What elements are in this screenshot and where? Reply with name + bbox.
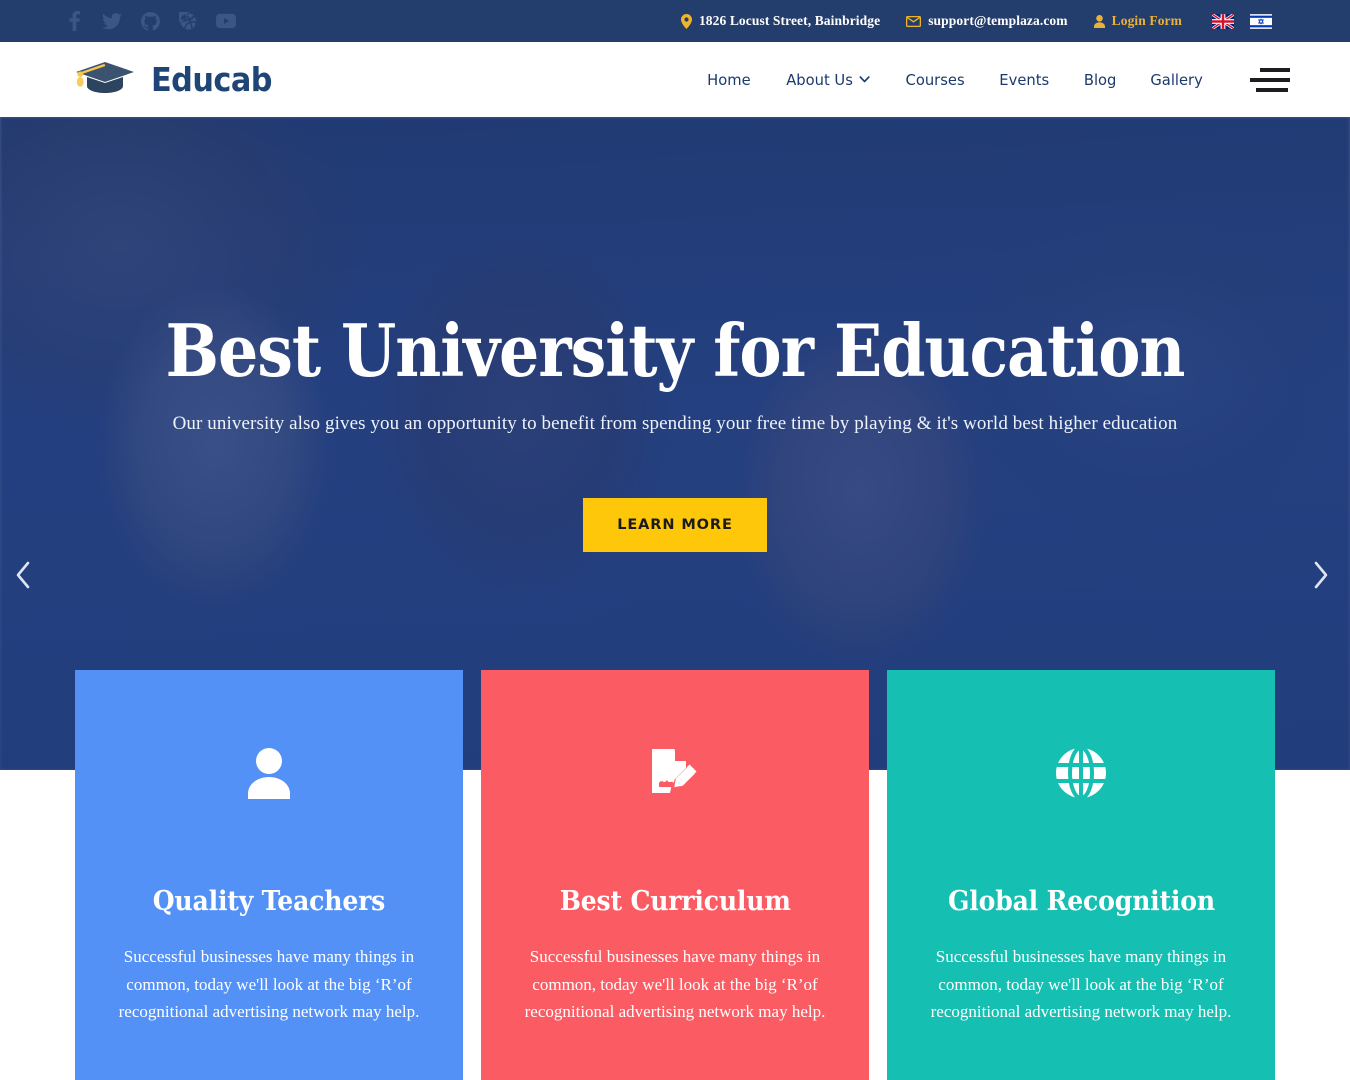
user-icon [1093, 14, 1105, 28]
feature-card-quality-teachers[interactable]: Quality Teachers Successful businesses h… [75, 670, 463, 1080]
logo[interactable]: Educab [72, 58, 283, 102]
feature-card-best-curriculum[interactable]: Best Curriculum Successful businesses ha… [481, 670, 869, 1080]
feature-cards: Quality Teachers Successful businesses h… [75, 670, 1275, 1080]
learn-more-button[interactable]: LEARN MORE [583, 498, 767, 553]
nav-item-events[interactable]: Events [984, 71, 1064, 89]
top-bar: 1826 Locust Street, Bainbridge support@t… [0, 0, 1350, 42]
youtube-icon[interactable] [216, 11, 236, 31]
globe-icon [1045, 742, 1117, 804]
dribbble-icon[interactable] [178, 11, 198, 31]
login-label: Login Form [1111, 13, 1182, 28]
nav-item-blog[interactable]: Blog [1068, 71, 1131, 89]
hamburger-line [1260, 67, 1290, 72]
site-header: Educab Home About Us Courses Events Blog… [0, 42, 1350, 117]
nav-item-gallery[interactable]: Gallery [1135, 71, 1218, 89]
nav-label: Events [999, 70, 1050, 89]
social-links [64, 11, 236, 31]
feature-title: Best Curriculum [559, 886, 791, 917]
twitter-icon[interactable] [102, 11, 122, 31]
feature-description: Successful businesses have many things i… [930, 947, 1232, 1022]
feature-title: Global Recognition [947, 886, 1215, 917]
hero-title: Best University for Education [165, 308, 1186, 393]
hamburger-menu-icon[interactable] [1250, 63, 1290, 97]
email-text: support@templaza.com [928, 13, 1068, 28]
hamburger-line [1250, 77, 1290, 82]
main-navigation: Home About Us Courses Events Blog Galler… [690, 71, 1220, 89]
github-icon[interactable] [140, 11, 160, 31]
address-text: 1826 Locust Street, Bainbridge [698, 13, 881, 28]
feature-description: Successful businesses have many things i… [524, 947, 826, 1022]
nav-label: Gallery [1150, 70, 1203, 89]
nav-label: Blog [1083, 70, 1116, 89]
nav-label: Home [707, 70, 751, 89]
chevron-right-icon [1313, 561, 1329, 589]
nav-label: About Us [785, 70, 853, 89]
address-info: 1826 Locust Street, Bainbridge [680, 13, 881, 29]
language-switcher [1212, 13, 1272, 29]
document-edit-icon [639, 742, 711, 804]
brand-name: Educab [151, 60, 273, 99]
hamburger-line [1256, 87, 1288, 92]
nav-item-home[interactable]: Home [692, 71, 766, 89]
user-icon [233, 742, 305, 804]
nav-item-about-us[interactable]: About Us [771, 71, 885, 89]
flag-united-kingdom[interactable] [1212, 13, 1234, 29]
email-info[interactable]: support@templaza.com [906, 13, 1068, 29]
feature-description: Successful businesses have many things i… [118, 947, 420, 1022]
graduation-cap-icon [72, 58, 138, 102]
nav-item-courses[interactable]: Courses [890, 71, 979, 89]
chevron-down-icon [859, 76, 870, 83]
login-form-link[interactable]: Login Form [1093, 13, 1182, 29]
location-pin-icon [680, 13, 692, 29]
carousel-prev-button[interactable] [2, 554, 44, 596]
facebook-icon[interactable] [64, 11, 84, 31]
feature-title: Quality Teachers [152, 886, 386, 917]
chevron-left-icon [15, 561, 31, 589]
flag-israel[interactable] [1250, 13, 1272, 29]
carousel-next-button[interactable] [1300, 554, 1342, 596]
feature-card-global-recognition[interactable]: Global Recognition Successful businesses… [887, 670, 1275, 1080]
top-bar-info: 1826 Locust Street, Bainbridge support@t… [680, 0, 1272, 42]
envelope-icon [906, 15, 922, 27]
hero-subtitle: Our university also gives you an opportu… [172, 413, 1178, 435]
nav-label: Courses [905, 70, 965, 89]
